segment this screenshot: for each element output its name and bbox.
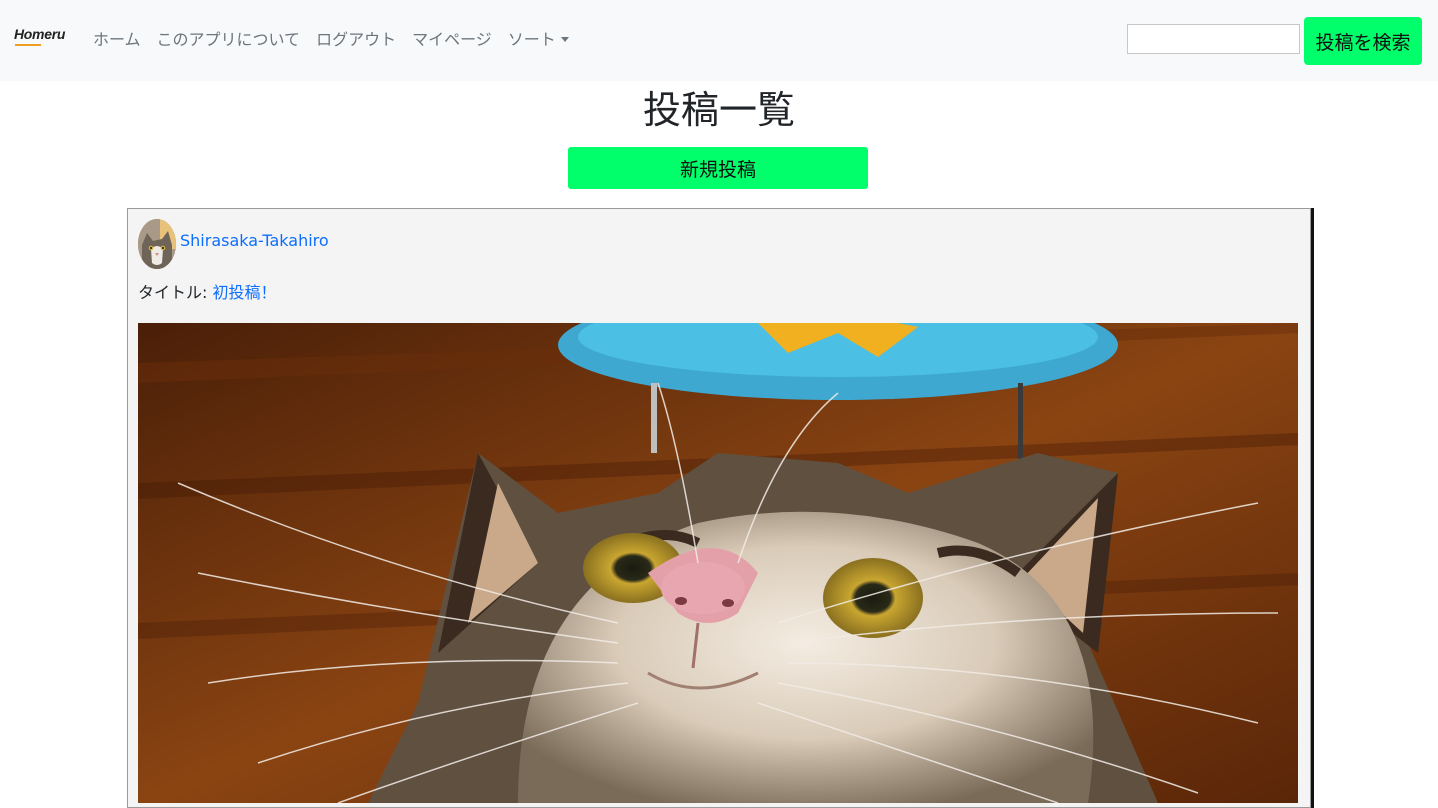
post-image[interactable] — [138, 323, 1298, 803]
brand-underline — [15, 44, 41, 46]
brand-logo[interactable]: Homeru — [14, 26, 70, 64]
nav-link-logout[interactable]: ログアウト — [308, 28, 404, 52]
nav-links: ホーム このアプリについて ログアウト マイページ ソート — [85, 28, 577, 52]
avatar-cat-image — [138, 219, 176, 269]
page-title: 投稿一覧 — [642, 88, 795, 132]
post-card: Shirasaka-Takahiro タイトル: 初投稿！ — [127, 208, 1311, 808]
sort-dropdown[interactable]: ソート — [500, 28, 577, 52]
navbar: Homeru ホーム このアプリについて ログアウト マイページ ソート 投稿を… — [0, 0, 1438, 81]
caret-down-icon — [560, 37, 569, 42]
post-title-link[interactable]: 初投稿！ — [212, 283, 276, 302]
brand-name: Homeru — [14, 26, 66, 42]
post-cat-photo — [138, 323, 1298, 803]
nav-link-about[interactable]: このアプリについて — [149, 28, 309, 52]
post-username[interactable]: Shirasaka-Takahiro — [180, 231, 329, 250]
avatar[interactable] — [138, 219, 176, 269]
search-input[interactable] — [1127, 24, 1300, 54]
nav-link-home[interactable]: ホーム — [85, 28, 149, 52]
sort-dropdown-label: ソート — [507, 30, 556, 49]
post-title-row: タイトル: 初投稿！ — [138, 279, 277, 303]
nav-link-mypage[interactable]: マイページ — [404, 28, 500, 52]
search-button[interactable]: 投稿を検索 — [1304, 17, 1422, 65]
post-title-label: タイトル: — [138, 283, 213, 302]
new-post-button[interactable]: 新規投稿 — [568, 147, 868, 189]
